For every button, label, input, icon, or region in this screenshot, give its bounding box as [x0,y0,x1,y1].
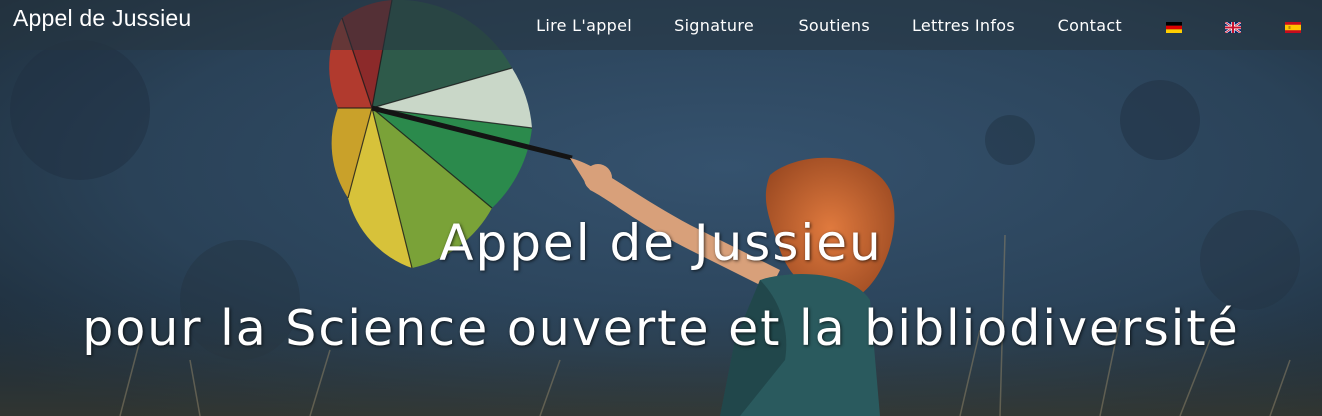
top-navbar: Appel de Jussieu Lire L'appel Signature … [0,0,1322,50]
nav-item-lire-appel[interactable]: Lire L'appel [536,16,632,35]
nav-item-lettres-infos[interactable]: Lettres Infos [912,16,1015,35]
nav-item-signature[interactable]: Signature [674,16,754,35]
uk-flag-icon[interactable] [1225,22,1241,33]
site-brand-link[interactable]: Appel de Jussieu [13,5,191,32]
nav-item-soutiens[interactable]: Soutiens [798,16,870,35]
hero-subtitle: pour la Science ouverte et la bibliodive… [82,300,1240,357]
hero-title: Appel de Jussieu [439,214,883,272]
nav-item-contact[interactable]: Contact [1058,16,1122,35]
spanish-flag-icon[interactable] [1285,22,1301,33]
german-flag-icon[interactable] [1166,22,1182,33]
